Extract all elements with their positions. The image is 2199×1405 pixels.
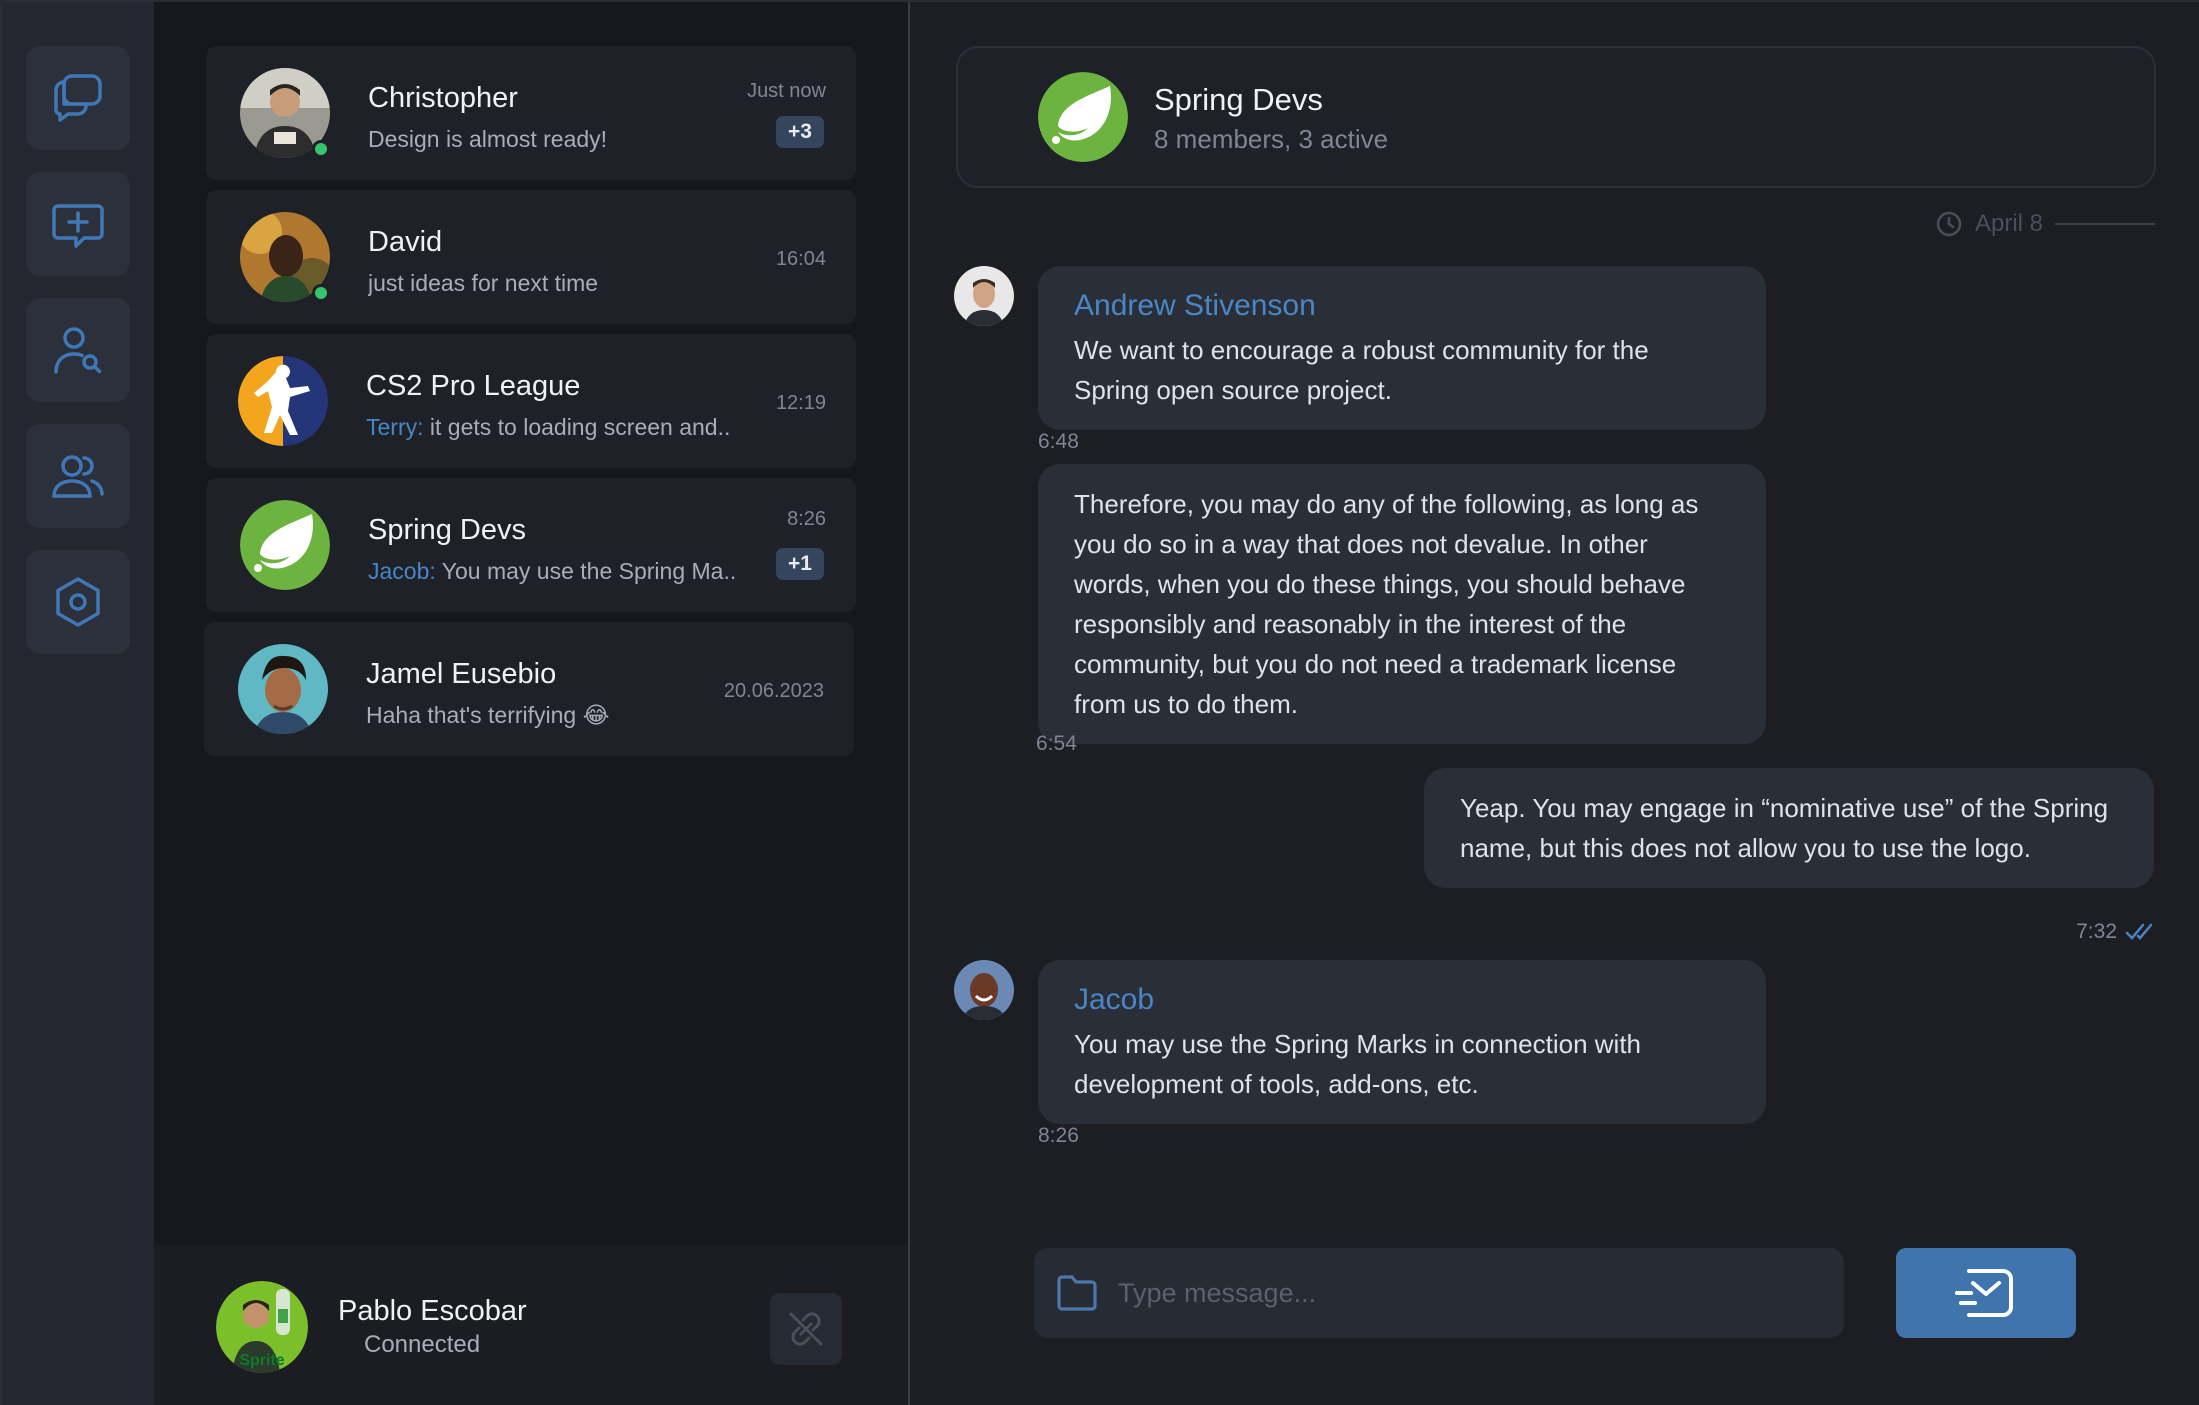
chat-preview: just ideas for next time: [368, 270, 599, 296]
contacts-icon: [52, 455, 104, 498]
chats-icon: [54, 74, 102, 122]
clock-icon: [1936, 211, 1962, 237]
unread-badge: +3: [776, 116, 824, 148]
chat-name: Spring Devs: [368, 514, 526, 546]
avatar: [238, 644, 328, 734]
chat-list-panel: Christopher Design is almost ready! Just…: [154, 2, 908, 1405]
message-bubble[interactable]: Therefore, you may do any of the followi…: [1038, 464, 1766, 744]
chat-time: 16:04: [775, 248, 826, 270]
message-author: Andrew Stivenson: [1074, 289, 1316, 322]
message-composer: [1034, 1248, 1844, 1338]
message-text: Therefore, you may do any of the followi…: [1074, 489, 1699, 719]
date-separator: April 8: [1935, 210, 2155, 238]
avatar: [240, 500, 330, 590]
message-time: 8:26: [1038, 1124, 1079, 1147]
chat-time: Just now: [747, 80, 826, 102]
spring-logo-icon: [240, 500, 330, 590]
rail-new-chat-button[interactable]: [26, 172, 130, 276]
send-message-icon: [1955, 1269, 2013, 1317]
message-text: We want to encourage a robust community …: [1074, 335, 1649, 405]
message-text: Yeap. You may engage in “nominative use”…: [1460, 793, 2109, 863]
connection-status: Connected: [364, 1331, 481, 1358]
sprite-logo-text: Sprite: [239, 1352, 284, 1369]
chat-preview: Design is almost ready!: [368, 126, 608, 152]
online-indicator: [312, 284, 330, 302]
message-time: 6:54: [1036, 732, 1077, 755]
message-time: 7:32: [2076, 920, 2117, 943]
chat-list-item[interactable]: Spring Devs Jacob: You may use the Sprin…: [206, 478, 856, 612]
chat-time: 12:19: [775, 392, 826, 414]
chat-name: Jamel Eusebio: [366, 658, 557, 690]
new-chat-icon: [52, 204, 104, 248]
conversation-header[interactable]: Spring Devs 8 members, 3 active: [956, 46, 2156, 188]
avatar[interactable]: [954, 960, 1014, 1020]
chat-name: Christopher: [368, 82, 518, 114]
spring-logo-icon: [1038, 72, 1128, 162]
conversation-panel: Spring Devs 8 members, 3 active April 8 …: [908, 2, 2199, 1405]
chat-name: David: [368, 226, 443, 258]
message-time: 6:48: [1038, 430, 1079, 453]
messenger-app: Christopher Design is almost ready! Just…: [0, 0, 2199, 1405]
rail-chats-button[interactable]: [26, 46, 130, 150]
message-meta: 7:32: [2076, 920, 2155, 944]
preview-text: You may use the Spring Ma..: [435, 558, 737, 584]
preview-sender: Jacob:: [368, 558, 436, 584]
conversation-title: Spring Devs: [1154, 82, 1323, 117]
rail-settings-button[interactable]: [26, 550, 130, 654]
chat-list-item[interactable]: David just ideas for next time 16:04: [206, 190, 856, 324]
avatar[interactable]: [954, 266, 1014, 326]
message-author: Jacob: [1074, 983, 1155, 1016]
settings-icon: [56, 577, 100, 627]
chat-time: 20.06.2023: [723, 680, 824, 702]
rail-contacts-button[interactable]: [26, 424, 130, 528]
online-indicator: [312, 140, 330, 158]
date-label: April 8: [1974, 210, 2043, 237]
icon-rail: [2, 2, 154, 1405]
avatar: [1038, 72, 1128, 162]
send-button[interactable]: [1896, 1248, 2076, 1338]
current-user-name: Pablo Escobar: [338, 1295, 527, 1327]
avatar: [238, 356, 328, 446]
preview-text: it gets to loading screen and..: [423, 414, 731, 440]
chat-list-item[interactable]: CS2 Pro League Terry: it gets to loading…: [206, 334, 856, 468]
message-text: You may use the Spring Marks in connecti…: [1074, 1029, 1642, 1099]
find-user-icon: [54, 327, 102, 374]
avatar: Sprite: [216, 1281, 308, 1373]
chat-preview: Jacob: You may use the Spring Ma..: [368, 558, 736, 585]
message-input[interactable]: [1118, 1248, 1818, 1338]
rail-find-user-button[interactable]: [26, 298, 130, 402]
disconnect-button[interactable]: [770, 1293, 842, 1365]
chat-preview: Haha that's terrifying 😂: [366, 702, 610, 728]
unlink-icon: [789, 1312, 823, 1346]
conversation-members: 8 members, 3 active: [1154, 124, 1389, 154]
chat-list-item[interactable]: Jamel Eusebio Haha that's terrifying 😂 2…: [204, 622, 854, 756]
divider: [2055, 223, 2155, 225]
attach-folder-icon[interactable]: [1054, 1270, 1100, 1316]
double-check-icon: [2125, 923, 2153, 940]
message-bubble[interactable]: Andrew Stivenson We want to encourage a …: [1038, 266, 1766, 430]
current-user-bar: Sprite Pablo Escobar Connected: [154, 1245, 908, 1405]
chat-preview: Terry: it gets to loading screen and..: [366, 414, 730, 441]
outgoing-message-bubble[interactable]: Yeap. You may engage in “nominative use”…: [1424, 768, 2154, 888]
preview-sender: Terry:: [366, 414, 424, 440]
unread-badge: +1: [776, 548, 824, 580]
message-bubble[interactable]: Jacob You may use the Spring Marks in co…: [1038, 960, 1766, 1124]
chat-list-item[interactable]: Christopher Design is almost ready! Just…: [206, 46, 856, 180]
chat-name: CS2 Pro League: [366, 370, 581, 402]
chat-time: 8:26: [787, 508, 826, 530]
